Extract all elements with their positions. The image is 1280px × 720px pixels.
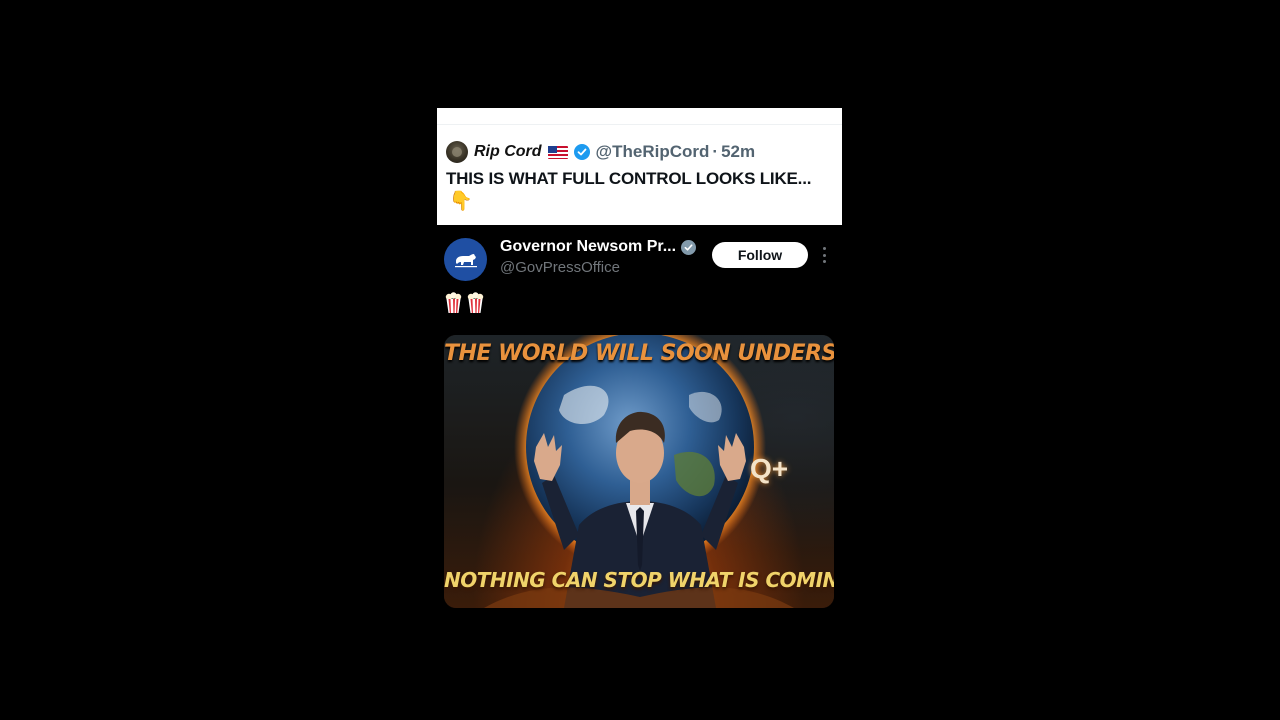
video-frame: Rip Cord @TheRipCord · 52m THIS IS WHAT … xyxy=(437,108,842,618)
more-options-icon[interactable] xyxy=(820,247,828,263)
tweet-author-name[interactable]: Governor Newsom Pr... xyxy=(500,238,697,256)
quoted-tweet-text: THIS IS WHAT FULL CONTROL LOOKS LIKE... xyxy=(446,169,812,188)
separator-dot: · xyxy=(712,142,719,161)
quoted-tweet-time[interactable]: 52m xyxy=(721,142,755,162)
bear-icon xyxy=(454,253,477,267)
tweet-author-name-text[interactable]: Governor Newsom Pr... xyxy=(500,238,676,256)
quoted-tweet-card[interactable]: Rip Cord @TheRipCord · 52m THIS IS WHAT … xyxy=(437,108,842,225)
ripcord-avatar[interactable] xyxy=(446,141,468,163)
quoted-author-handle[interactable]: @TheRipCord xyxy=(596,142,710,162)
california-bear-avatar[interactable] xyxy=(444,238,487,281)
verified-badge-icon xyxy=(573,144,590,160)
tweet-image[interactable]: THE WORLD WILL SOON UNDERSTAND Q+ NOTHIN… xyxy=(444,335,834,608)
image-caption-top: THE WORLD WILL SOON UNDERSTAND xyxy=(444,341,834,366)
popcorn-icon xyxy=(445,292,462,313)
pointing-down-icon: 👇 xyxy=(449,191,473,212)
tweet-author-handle[interactable]: @GovPressOffice xyxy=(500,259,620,276)
tweet-text xyxy=(444,292,485,314)
image-caption-bottom: NOTHING CAN STOP WHAT IS COMING xyxy=(444,568,834,592)
us-flag-icon xyxy=(547,145,568,159)
popcorn-icon xyxy=(467,292,484,313)
divider xyxy=(437,124,842,125)
follow-button[interactable]: Follow xyxy=(712,242,808,268)
gray-verified-icon xyxy=(681,239,697,255)
image-overlay-text: Q+ xyxy=(750,453,789,484)
quoted-author-name[interactable]: Rip Cord xyxy=(474,143,542,161)
quoted-tweet-header: Rip Cord @TheRipCord · 52m xyxy=(446,141,755,163)
